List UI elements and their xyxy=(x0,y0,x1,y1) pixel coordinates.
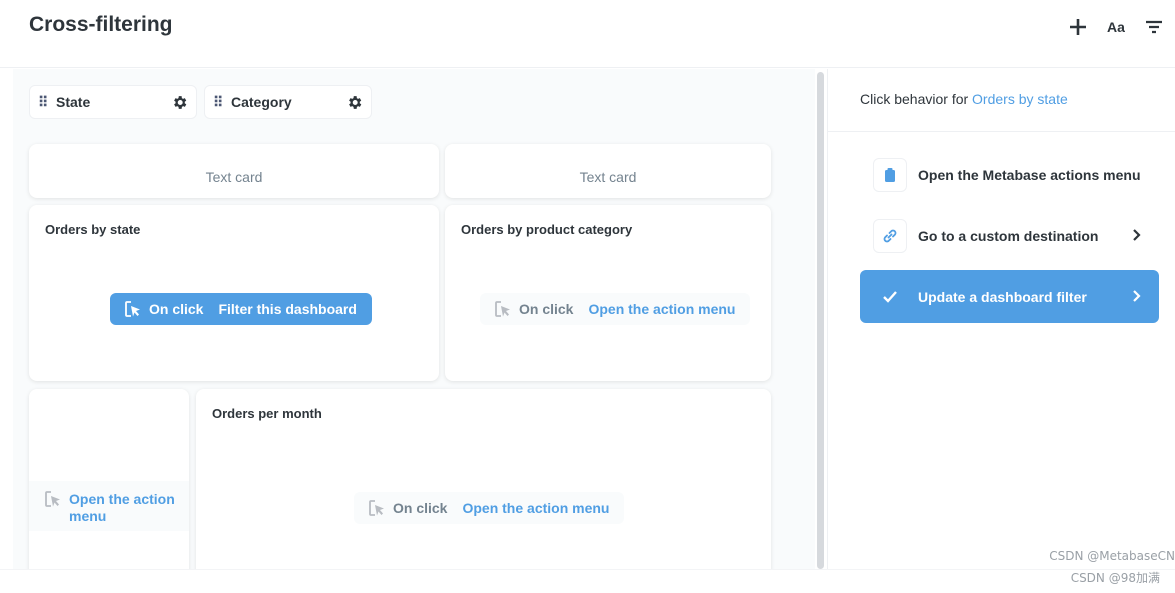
filter-label: State xyxy=(56,94,91,110)
on-click-label: On click xyxy=(519,301,574,317)
filter-category[interactable]: ⠿ Category xyxy=(204,85,372,119)
filter-label: Category xyxy=(231,94,292,110)
watermark-line-2: CSDN @98加满 xyxy=(1070,571,1160,585)
filter-icon[interactable] xyxy=(1143,16,1165,38)
cursor-click-icon xyxy=(369,500,385,516)
option-label: Update a dashboard filter xyxy=(918,288,1087,305)
text-card[interactable]: Text card xyxy=(29,144,439,198)
card-title: Orders by state xyxy=(45,222,141,237)
option-label: Open the Metabase actions menu xyxy=(918,166,1141,183)
click-behavior-pill[interactable]: Open the action menu xyxy=(29,481,189,531)
font-label: Aa xyxy=(1107,19,1125,35)
gear-icon[interactable] xyxy=(346,94,363,111)
watermark-line-1: CSDN @MetabaseCN xyxy=(1049,549,1175,563)
grip-icon[interactable]: ⠿ xyxy=(38,94,52,111)
cursor-click-icon xyxy=(45,491,61,507)
canvas-scrollbar[interactable] xyxy=(817,72,824,569)
on-click-label: On click xyxy=(393,500,448,516)
chevron-right-icon xyxy=(1133,290,1141,302)
click-action-label: Filter this dashboard xyxy=(218,301,357,317)
click-action-label: Open the action menu xyxy=(462,500,610,516)
side-panel-divider xyxy=(827,69,828,569)
dashboard-canvas: ⠿ State ⠿ Category Text card Text card O… xyxy=(13,69,815,569)
click-action-label: Open the action menu xyxy=(588,301,736,317)
option-custom-destination[interactable]: Go to a custom destination xyxy=(860,209,1159,262)
card-title: Orders by product category xyxy=(461,222,633,237)
click-behavior-pill[interactable]: On click Filter this dashboard xyxy=(110,293,372,325)
font-icon[interactable]: Aa xyxy=(1105,16,1127,38)
grip-icon[interactable]: ⠿ xyxy=(213,94,227,111)
text-card-label: Text card xyxy=(579,169,637,185)
plus-icon[interactable] xyxy=(1067,16,1089,38)
cursor-click-icon xyxy=(125,301,141,317)
card-small[interactable]: Open the action menu xyxy=(29,389,189,569)
chevron-right-icon xyxy=(1133,229,1141,241)
click-behavior-pill[interactable]: On click Open the action menu xyxy=(354,492,625,524)
text-card[interactable]: Text card xyxy=(445,144,771,198)
cursor-click-icon xyxy=(495,301,511,317)
side-title-prefix: Click behavior for xyxy=(860,91,969,107)
click-action-label-cont: menu xyxy=(69,508,107,524)
side-panel-title: Click behavior for Orders by state xyxy=(860,91,1068,107)
side-panel-separator xyxy=(828,131,1175,132)
clipboard-icon xyxy=(873,157,907,192)
option-open-actions-menu[interactable]: Open the Metabase actions menu xyxy=(860,148,1159,201)
bottom-band xyxy=(0,569,1175,593)
card-orders-by-state[interactable]: Orders by state On click Filter this das… xyxy=(29,205,439,381)
option-label: Go to a custom destination xyxy=(918,227,1099,244)
header-toolbar: Aa xyxy=(1067,16,1165,38)
check-icon xyxy=(873,280,907,314)
click-behavior-pill[interactable]: On click Open the action menu xyxy=(480,293,751,325)
text-card-label: Text card xyxy=(205,169,263,185)
on-click-label: On click xyxy=(149,301,204,317)
side-title-card-link[interactable]: Orders by state xyxy=(972,91,1068,107)
dashboard-header: Cross-filtering Aa xyxy=(0,0,1175,68)
filter-state[interactable]: ⠿ State xyxy=(29,85,197,119)
card-orders-per-month[interactable]: Orders per month On click Open the actio… xyxy=(196,389,771,569)
option-update-dashboard-filter[interactable]: Update a dashboard filter xyxy=(860,270,1159,323)
gear-icon[interactable] xyxy=(171,94,188,111)
page-title: Cross-filtering xyxy=(29,13,173,36)
card-title: Orders per month xyxy=(212,406,322,421)
card-orders-by-category[interactable]: Orders by product category On click Open… xyxy=(445,205,771,381)
link-icon xyxy=(873,218,907,253)
click-action-label: Open the action xyxy=(69,491,175,507)
